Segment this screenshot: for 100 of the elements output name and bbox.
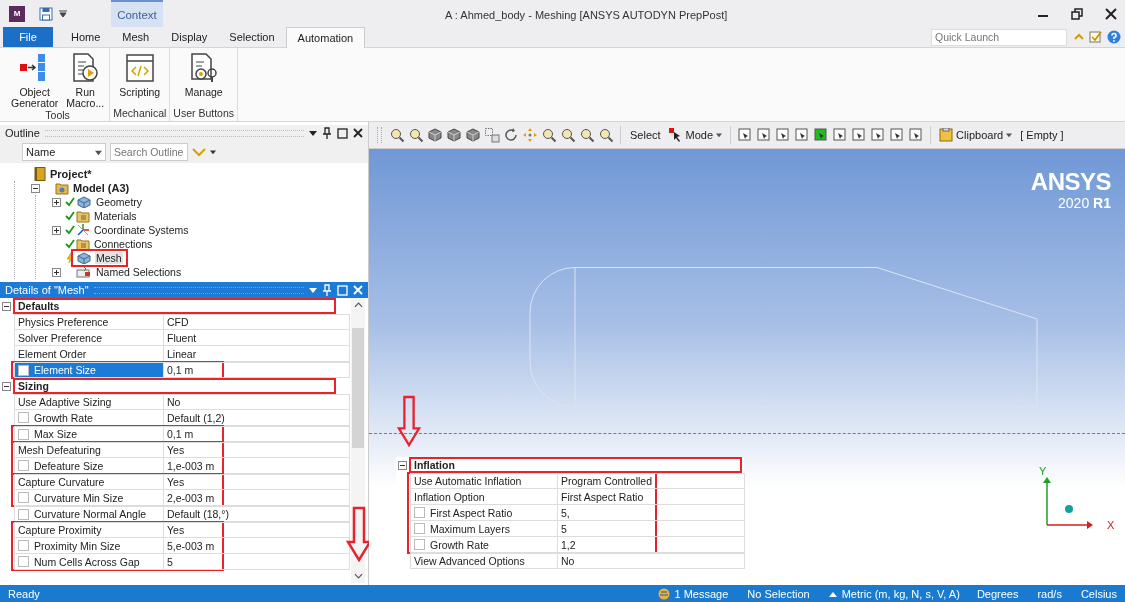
caret-icon[interactable] — [309, 129, 317, 137]
property-value[interactable]: Default (18,°) — [163, 506, 350, 522]
close-icon[interactable] — [353, 128, 363, 138]
pin-icon[interactable] — [322, 127, 332, 139]
property-value[interactable]: 5 — [163, 554, 350, 570]
property-name[interactable]: Curvature Normal Angle — [14, 506, 163, 522]
ribbon-tab[interactable]: Display — [160, 27, 219, 47]
collapse-icon[interactable] — [31, 183, 40, 193]
ribbon-button[interactable]: Manage — [182, 52, 225, 107]
unit-system[interactable]: Metric (m, kg, N, s, V, A) — [841, 587, 960, 600]
tree-item[interactable]: Geometry — [74, 196, 146, 208]
caret-icon[interactable] — [59, 9, 67, 18]
parameter-checkbox[interactable] — [18, 556, 29, 567]
parameter-checkbox[interactable] — [18, 540, 29, 551]
group-header[interactable]: Defaults — [13, 298, 336, 314]
angle-unit[interactable]: Degrees — [976, 587, 1019, 600]
rotate-icon[interactable] — [503, 127, 519, 143]
property-name[interactable]: Mesh Defeaturing — [14, 442, 163, 458]
property-value[interactable]: First Aspect Ratio — [557, 489, 745, 505]
caret-up-icon[interactable] — [828, 590, 837, 597]
property-name[interactable]: Use Automatic Inflation — [410, 473, 557, 489]
property-name[interactable]: Element Size — [14, 362, 163, 378]
property-value[interactable]: Fluent — [163, 330, 350, 346]
expand-icon[interactable] — [52, 197, 61, 207]
drag-handle[interactable] — [93, 286, 304, 294]
property-value[interactable]: 1,2 — [557, 537, 745, 553]
tree-item[interactable]: Named Selections — [74, 266, 185, 278]
ribbon-tab[interactable]: Mesh — [111, 27, 161, 47]
property-value[interactable]: 0,1 m — [163, 362, 350, 378]
property-name[interactable]: Capture Curvature — [14, 474, 163, 490]
scroll-up-icon[interactable] — [353, 302, 363, 308]
scrollbar[interactable] — [351, 298, 365, 583]
cubes-icon[interactable] — [465, 127, 481, 143]
parameter-checkbox[interactable] — [18, 428, 29, 440]
property-value[interactable]: 5,e-003 m — [163, 538, 350, 554]
group-header[interactable]: Sizing — [13, 378, 336, 394]
property-name[interactable]: Num Cells Across Gap — [14, 554, 163, 570]
caret-icon[interactable] — [210, 149, 216, 155]
mode-menu[interactable]: Mode — [666, 128, 725, 142]
cube-icon[interactable] — [427, 127, 443, 143]
property-name[interactable]: Growth Rate — [14, 410, 163, 426]
property-name[interactable]: Max Size — [14, 426, 163, 442]
property-value[interactable]: Yes — [163, 522, 350, 538]
restore-icon[interactable] — [1071, 7, 1083, 20]
tree-item[interactable]: Materials — [74, 209, 140, 223]
property-name[interactable]: Capture Proximity — [14, 522, 163, 538]
parameter-checkbox[interactable] — [18, 460, 29, 471]
property-value[interactable]: 0,1 m — [163, 426, 350, 442]
column-dropdown[interactable]: Name — [22, 143, 106, 161]
parameter-checkbox[interactable] — [18, 412, 29, 423]
scroll-down-icon[interactable] — [353, 573, 363, 579]
property-value[interactable]: 1,e-003 m — [163, 458, 350, 474]
maximize-icon[interactable] — [337, 127, 348, 139]
box-select-icon[interactable] — [484, 127, 500, 143]
parameter-checkbox[interactable] — [18, 508, 29, 520]
property-value[interactable]: CFD — [163, 314, 350, 330]
expand-icon[interactable] — [52, 267, 61, 277]
property-value[interactable]: Program Controlled — [557, 473, 745, 489]
parameter-checkbox[interactable] — [414, 539, 425, 550]
tree-item[interactable]: Project* — [32, 167, 95, 181]
property-value[interactable]: 5, — [557, 505, 745, 521]
close-icon[interactable] — [1105, 7, 1117, 20]
help-icon[interactable] — [1107, 30, 1121, 44]
property-value[interactable]: Linear — [163, 346, 350, 362]
collapse-icon[interactable] — [2, 381, 11, 391]
group-header[interactable]: Inflation — [409, 457, 742, 473]
drag-handle[interactable] — [44, 129, 304, 137]
property-name[interactable]: Maximum Layers — [410, 521, 557, 537]
zoom-icon[interactable] — [541, 127, 557, 143]
expand-icon[interactable] — [52, 225, 61, 235]
checkbox-icon[interactable] — [1089, 30, 1103, 44]
drag-handle[interactable] — [377, 127, 382, 143]
property-name[interactable]: Inflation Option — [410, 489, 557, 505]
property-value[interactable]: Default (1,2) — [163, 410, 350, 426]
clipboard-menu[interactable]: Clipboard — [937, 128, 1015, 142]
ribbon-button[interactable]: Object Generator — [9, 52, 61, 109]
property-name[interactable]: Curvature Min Size — [14, 490, 163, 506]
property-value[interactable]: Yes — [163, 442, 350, 458]
collapse-icon[interactable] — [398, 460, 407, 470]
property-name[interactable]: Proximity Min Size — [14, 538, 163, 554]
property-name[interactable]: Solver Preference — [14, 330, 163, 346]
parameter-checkbox[interactable] — [18, 364, 29, 376]
ribbon-tab[interactable]: Home — [60, 27, 112, 47]
ribbon-button[interactable]: Run Macro... — [64, 52, 107, 109]
property-value[interactable]: No — [163, 394, 350, 410]
property-value[interactable]: 2,e-003 m — [163, 490, 350, 506]
tree-item[interactable]: Connections — [74, 237, 156, 251]
search-field[interactable]: Search Outline — [110, 143, 188, 161]
property-name[interactable]: Defeature Size — [14, 458, 163, 474]
property-name[interactable]: First Aspect Ratio — [410, 505, 557, 521]
select-filter-icon[interactable] — [737, 127, 754, 143]
property-value[interactable]: 5 — [557, 521, 745, 537]
property-value[interactable]: No — [557, 553, 745, 569]
tree-item[interactable]: Coordinate Systems — [74, 223, 192, 237]
quick-launch-field[interactable]: Quick Launch — [931, 28, 1067, 46]
ribbon-tab[interactable]: Selection — [218, 27, 286, 47]
ribbon-tab[interactable]: Automation — [285, 27, 366, 48]
save-icon[interactable] — [39, 6, 53, 21]
ribbon-button[interactable]: Scripting — [117, 52, 163, 107]
property-value[interactable]: Yes — [163, 474, 350, 490]
